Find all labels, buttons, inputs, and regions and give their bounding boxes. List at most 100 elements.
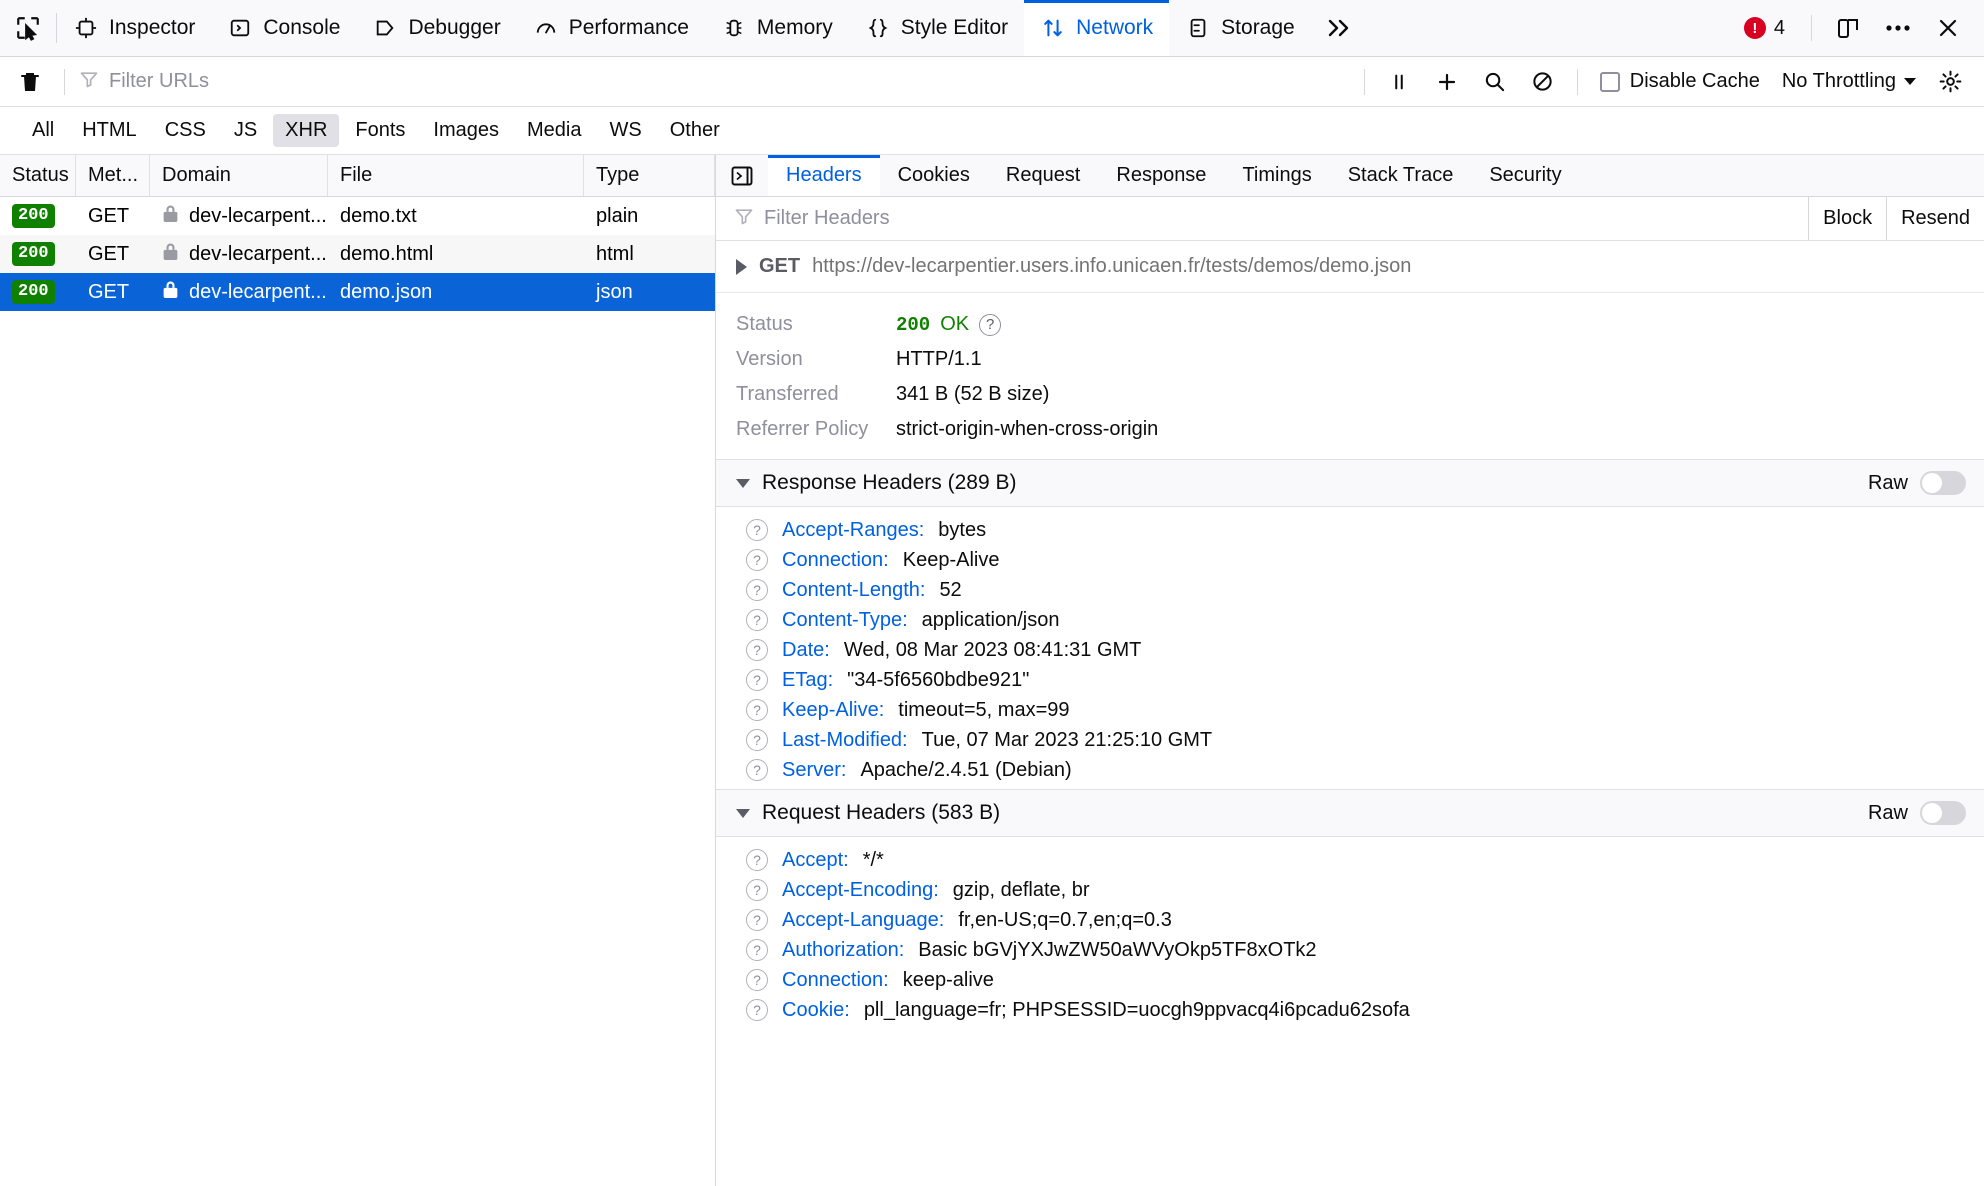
tab-label: Inspector: [109, 16, 196, 39]
help-icon[interactable]: ?: [746, 699, 768, 721]
more-options-icon[interactable]: [1876, 6, 1920, 50]
table-row[interactable]: 200 GET dev-lecarpent... demo.html html: [0, 235, 715, 273]
header-row[interactable]: ? Accept-Encoding: gzip, deflate, br: [716, 875, 1984, 905]
triangle-down-icon[interactable]: [736, 478, 750, 488]
filter-xhr[interactable]: XHR: [273, 114, 340, 147]
help-icon[interactable]: ?: [979, 313, 1002, 336]
plus-icon[interactable]: [1423, 62, 1471, 102]
column-header-method[interactable]: Met...: [76, 155, 150, 196]
filter-media[interactable]: Media: [515, 114, 593, 147]
element-picker-icon[interactable]: [0, 0, 56, 56]
triangle-down-icon[interactable]: [736, 808, 750, 818]
filter-all[interactable]: All: [20, 114, 66, 147]
help-icon[interactable]: ?: [746, 909, 768, 931]
help-icon[interactable]: ?: [746, 549, 768, 571]
pause-icon[interactable]: [1375, 62, 1423, 102]
header-name: ETag:: [782, 668, 834, 691]
header-row[interactable]: ? Accept-Ranges: bytes: [716, 515, 1984, 545]
help-icon[interactable]: ?: [746, 639, 768, 661]
search-icon[interactable]: [1471, 62, 1519, 102]
filter-urls-input[interactable]: Filter URLs: [75, 69, 1354, 94]
header-row[interactable]: ? Accept: */*: [716, 845, 1984, 875]
filter-js[interactable]: JS: [222, 114, 269, 147]
header-row[interactable]: ? Last-Modified: Tue, 07 Mar 2023 21:25:10…: [716, 725, 1984, 755]
raw-toggle[interactable]: [1920, 801, 1966, 825]
toolbox-right-group: ! 4: [1732, 0, 1984, 56]
help-icon[interactable]: ?: [746, 969, 768, 991]
help-icon[interactable]: ?: [746, 519, 768, 541]
header-row[interactable]: ? Connection: Keep-Alive: [716, 545, 1984, 575]
help-icon[interactable]: ?: [746, 669, 768, 691]
cell-domain: dev-lecarpent...: [150, 273, 328, 311]
header-row[interactable]: ? Date: Wed, 08 Mar 2023 08:41:31 GMT: [716, 635, 1984, 665]
help-icon[interactable]: ?: [746, 759, 768, 781]
error-icon: !: [1743, 17, 1766, 39]
column-header-status[interactable]: Status: [0, 155, 76, 196]
filter-html[interactable]: HTML: [70, 114, 148, 147]
help-icon[interactable]: ?: [746, 609, 768, 631]
throttling-dropdown[interactable]: No Throttling: [1772, 70, 1926, 93]
lock-icon: [162, 242, 179, 267]
summary-value: 341 B (52 B size): [896, 383, 1050, 405]
toolbox-overflow-icon[interactable]: [1311, 0, 1367, 56]
column-header-file[interactable]: File: [328, 155, 584, 196]
header-row[interactable]: ? ETag: "34-5f6560bdbe921": [716, 665, 1984, 695]
tab-inspector[interactable]: Inspector: [57, 0, 211, 56]
table-row-selected[interactable]: 200 GET dev-lecarpent... demo.json json: [0, 273, 715, 311]
header-value: bytes: [938, 518, 987, 541]
request-url-row[interactable]: GET https://dev-lecarpentier.users.info.…: [716, 241, 1984, 293]
header-row[interactable]: ? Accept-Language: fr,en-US;q=0.7,en;q=0.3: [716, 905, 1984, 935]
filter-fonts[interactable]: Fonts: [343, 114, 417, 147]
cell-status: 200: [0, 235, 76, 273]
responsive-design-mode-icon[interactable]: [1826, 6, 1870, 50]
tab-debugger[interactable]: Debugger: [356, 0, 516, 56]
tab-timings[interactable]: Timings: [1224, 155, 1329, 196]
header-row[interactable]: ? Content-Length: 52: [716, 575, 1984, 605]
response-headers-section-header[interactable]: Response Headers (289 B) Raw: [716, 459, 1984, 507]
close-icon[interactable]: [1926, 6, 1970, 50]
tab-console[interactable]: Console: [211, 0, 356, 56]
help-icon[interactable]: ?: [746, 879, 768, 901]
tab-security[interactable]: Security: [1471, 155, 1579, 196]
tab-performance[interactable]: Performance: [517, 0, 705, 56]
header-row[interactable]: ? Connection: keep-alive: [716, 965, 1984, 995]
tab-request[interactable]: Request: [988, 155, 1099, 196]
header-row[interactable]: ? Content-Type: application/json: [716, 605, 1984, 635]
header-row[interactable]: ? Keep-Alive: timeout=5, max=99: [716, 695, 1984, 725]
filter-css[interactable]: CSS: [153, 114, 218, 147]
tab-response[interactable]: Response: [1098, 155, 1224, 196]
help-icon[interactable]: ?: [746, 939, 768, 961]
triangle-right-icon[interactable]: [736, 258, 747, 275]
error-count-badge[interactable]: ! 4: [1732, 17, 1797, 40]
toggle-request-list-icon[interactable]: [716, 155, 768, 196]
help-icon[interactable]: ?: [746, 999, 768, 1021]
help-icon[interactable]: ?: [746, 849, 768, 871]
tab-storage[interactable]: Storage: [1169, 0, 1311, 56]
filter-other[interactable]: Other: [658, 114, 732, 147]
help-icon[interactable]: ?: [746, 729, 768, 751]
tab-cookies[interactable]: Cookies: [880, 155, 988, 196]
filter-ws[interactable]: WS: [598, 114, 654, 147]
no-entry-icon[interactable]: [1519, 62, 1567, 102]
tab-network[interactable]: Network: [1024, 0, 1170, 56]
tab-memory[interactable]: Memory: [705, 0, 849, 56]
column-header-type[interactable]: Type: [584, 155, 715, 196]
header-row[interactable]: ? Cookie: pll_language=fr; PHPSESSID=uocgh…: [716, 995, 1984, 1025]
tab-headers[interactable]: Headers: [768, 155, 880, 196]
tab-stack-trace[interactable]: Stack Trace: [1330, 155, 1472, 196]
header-row[interactable]: ? Authorization: Basic bGVjYXJwZW50aWVyOkp…: [716, 935, 1984, 965]
header-value: gzip, deflate, br: [952, 878, 1090, 901]
resend-button[interactable]: Resend: [1886, 197, 1984, 240]
block-button[interactable]: Block: [1808, 197, 1886, 240]
filter-images[interactable]: Images: [421, 114, 511, 147]
table-row[interactable]: 200 GET dev-lecarpent... demo.txt plain: [0, 197, 715, 235]
header-row[interactable]: ? Server: Apache/2.4.51 (Debian): [716, 755, 1984, 785]
disable-cache-checkbox[interactable]: Disable Cache: [1588, 70, 1772, 93]
gear-icon[interactable]: [1926, 62, 1974, 102]
request-headers-section-header[interactable]: Request Headers (583 B) Raw: [716, 789, 1984, 837]
raw-toggle[interactable]: [1920, 471, 1966, 495]
help-icon[interactable]: ?: [746, 579, 768, 601]
column-header-domain[interactable]: Domain: [150, 155, 328, 196]
trash-icon[interactable]: [6, 62, 54, 102]
tab-style-editor[interactable]: Style Editor: [849, 0, 1024, 56]
